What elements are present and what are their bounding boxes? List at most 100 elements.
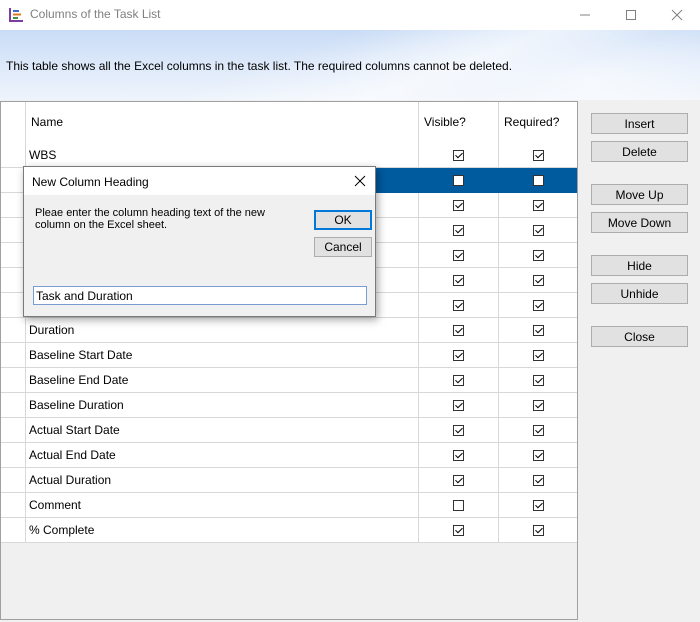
required-cell xyxy=(499,518,577,543)
table-row[interactable]: % Complete xyxy=(1,518,577,543)
required-checkbox[interactable] xyxy=(533,249,544,261)
required-checkbox[interactable] xyxy=(533,274,544,286)
table-row[interactable]: Actual Duration xyxy=(1,468,577,493)
visible-cell xyxy=(419,493,499,518)
row-selector[interactable] xyxy=(1,318,26,343)
required-checkbox[interactable] xyxy=(533,524,544,536)
required-checkbox[interactable] xyxy=(533,424,544,436)
close-window-button[interactable] xyxy=(654,0,700,30)
visible-cell xyxy=(419,343,499,368)
unhide-button[interactable]: Unhide xyxy=(591,283,688,304)
visible-checkbox[interactable] xyxy=(453,349,464,361)
visible-checkbox[interactable] xyxy=(453,474,464,486)
required-checkbox[interactable] xyxy=(533,299,544,311)
visible-checkbox[interactable] xyxy=(453,274,464,286)
visible-checkbox[interactable] xyxy=(453,499,464,511)
move-down-button[interactable]: Move Down xyxy=(591,212,688,233)
column-name-cell[interactable]: Baseline Duration xyxy=(26,393,419,418)
visible-checkbox[interactable] xyxy=(453,524,464,536)
table-row[interactable]: Baseline Start Date xyxy=(1,343,577,368)
required-checkbox[interactable] xyxy=(533,499,544,511)
table-row[interactable]: Actual End Date xyxy=(1,443,577,468)
header-required[interactable]: Required? xyxy=(499,102,577,143)
cancel-button[interactable]: Cancel xyxy=(314,237,372,257)
required-cell xyxy=(499,493,577,518)
row-selector[interactable] xyxy=(1,493,26,518)
visible-checkbox[interactable] xyxy=(453,324,464,336)
table-row[interactable]: WBS xyxy=(1,143,577,168)
required-checkbox[interactable] xyxy=(533,474,544,486)
row-selector[interactable] xyxy=(1,368,26,393)
delete-button[interactable]: Delete xyxy=(591,141,688,162)
table-row[interactable]: Baseline Duration xyxy=(1,393,577,418)
visible-checkbox[interactable] xyxy=(453,449,464,461)
visible-cell xyxy=(419,418,499,443)
row-selector[interactable] xyxy=(1,393,26,418)
column-name-cell[interactable]: Baseline Start Date xyxy=(26,343,419,368)
required-cell xyxy=(499,318,577,343)
ok-button[interactable]: OK xyxy=(314,210,372,230)
table-row[interactable]: Baseline End Date xyxy=(1,368,577,393)
visible-checkbox[interactable] xyxy=(453,249,464,261)
row-selector[interactable] xyxy=(1,468,26,493)
close-button[interactable]: Close xyxy=(591,326,688,347)
visible-cell xyxy=(419,368,499,393)
visible-checkbox[interactable] xyxy=(453,399,464,411)
move-up-button[interactable]: Move Up xyxy=(591,184,688,205)
required-checkbox[interactable] xyxy=(533,349,544,361)
header-name[interactable]: Name xyxy=(26,102,419,143)
header-corner xyxy=(1,102,26,143)
row-selector[interactable] xyxy=(1,343,26,368)
window-title: Columns of the Task List xyxy=(30,7,161,21)
row-selector[interactable] xyxy=(1,143,26,168)
row-selector[interactable] xyxy=(1,518,26,543)
table-row[interactable]: Comment xyxy=(1,493,577,518)
task-list-icon xyxy=(8,7,24,23)
row-selector[interactable] xyxy=(1,443,26,468)
visible-checkbox[interactable] xyxy=(453,299,464,311)
column-name-cell[interactable]: Actual Duration xyxy=(26,468,419,493)
new-column-heading-dialog: New Column Heading Pleae enter the colum… xyxy=(23,166,376,317)
column-name-cell[interactable]: Actual Start Date xyxy=(26,418,419,443)
column-name-cell[interactable]: Baseline End Date xyxy=(26,368,419,393)
required-checkbox[interactable] xyxy=(533,324,544,336)
header-visible[interactable]: Visible? xyxy=(419,102,499,143)
dialog-close-button[interactable] xyxy=(346,167,374,195)
required-cell xyxy=(499,393,577,418)
required-checkbox[interactable] xyxy=(533,199,544,211)
insert-button[interactable]: Insert xyxy=(591,113,688,134)
visible-cell xyxy=(419,218,499,243)
table-row[interactable]: Actual Start Date xyxy=(1,418,577,443)
dialog-message: Pleae enter the column heading text of t… xyxy=(35,207,265,231)
maximize-button[interactable] xyxy=(608,0,654,30)
required-cell xyxy=(499,168,577,193)
column-name-cell[interactable]: Duration xyxy=(26,318,419,343)
visible-checkbox[interactable] xyxy=(453,149,464,161)
hide-button[interactable]: Hide xyxy=(591,255,688,276)
required-cell xyxy=(499,243,577,268)
visible-checkbox[interactable] xyxy=(453,424,464,436)
row-selector[interactable] xyxy=(1,418,26,443)
visible-checkbox[interactable] xyxy=(453,224,464,236)
column-name-cell[interactable]: Comment xyxy=(26,493,419,518)
visible-cell xyxy=(419,243,499,268)
visible-checkbox[interactable] xyxy=(453,199,464,211)
required-cell xyxy=(499,143,577,168)
close-icon xyxy=(671,9,683,21)
visible-checkbox[interactable] xyxy=(453,374,464,386)
visible-checkbox[interactable] xyxy=(453,174,464,186)
required-cell xyxy=(499,368,577,393)
table-row[interactable]: Duration xyxy=(1,318,577,343)
required-checkbox[interactable] xyxy=(533,224,544,236)
required-checkbox[interactable] xyxy=(533,449,544,461)
required-checkbox[interactable] xyxy=(533,374,544,386)
required-checkbox[interactable] xyxy=(533,149,544,161)
column-name-cell[interactable]: Actual End Date xyxy=(26,443,419,468)
required-checkbox[interactable] xyxy=(533,174,544,186)
column-name-cell[interactable]: WBS xyxy=(26,143,419,168)
required-checkbox[interactable] xyxy=(533,399,544,411)
column-heading-input[interactable] xyxy=(33,286,367,305)
column-name-cell[interactable]: % Complete xyxy=(26,518,419,543)
minimize-button[interactable] xyxy=(562,0,608,30)
visible-cell xyxy=(419,193,499,218)
